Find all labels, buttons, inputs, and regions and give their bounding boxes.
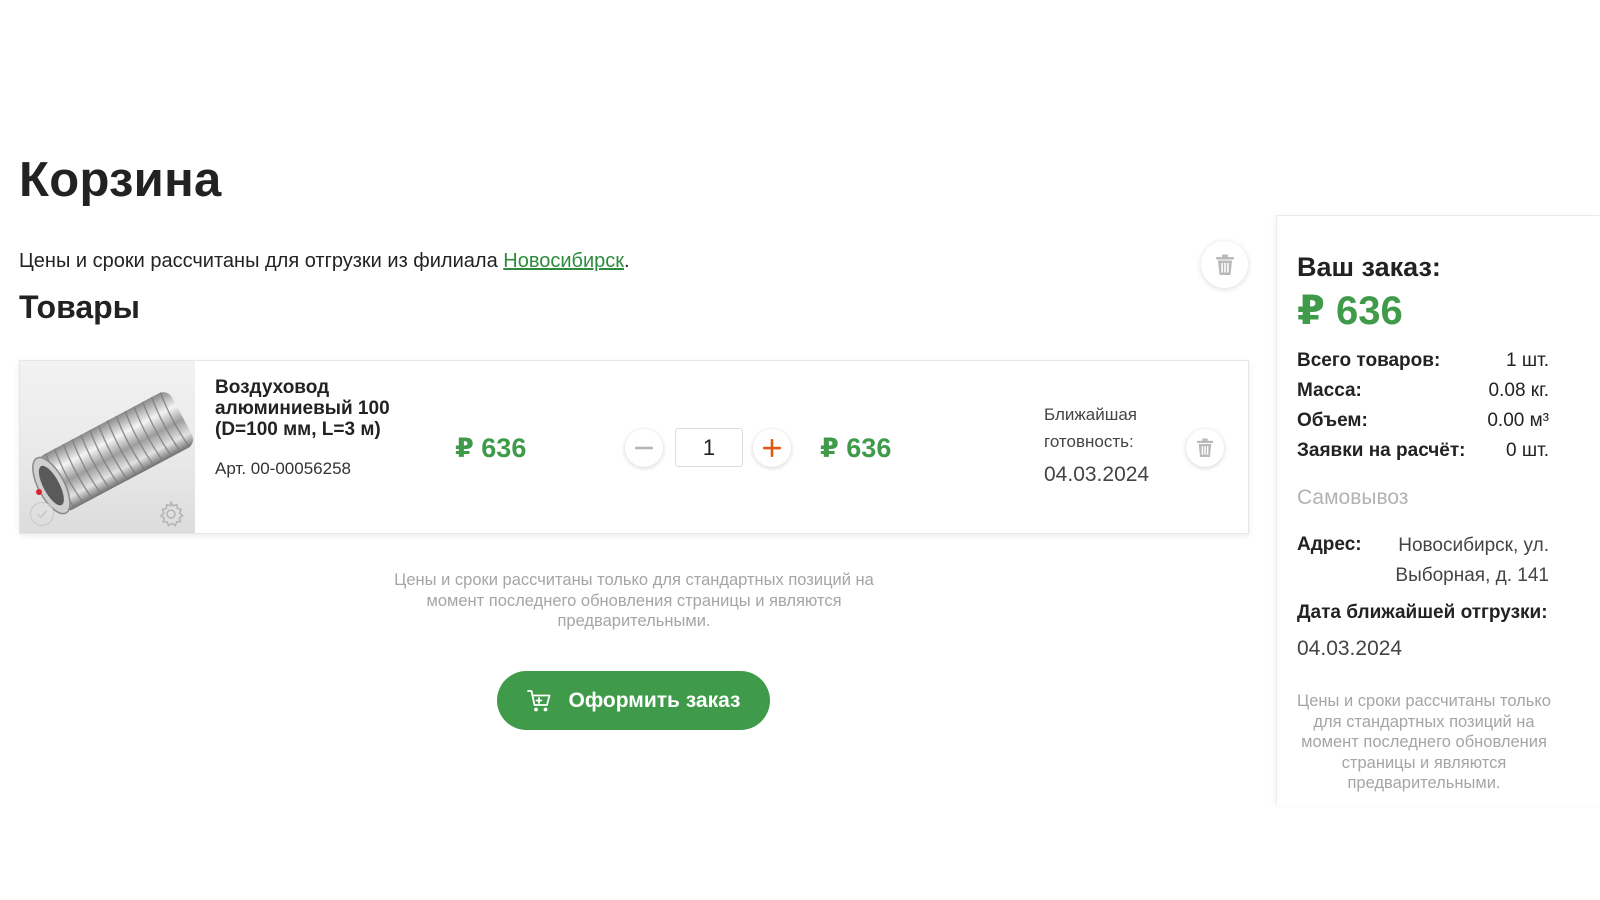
summary-total: ₽ 636 bbox=[1297, 289, 1403, 333]
summary-row-value: 0 шт. bbox=[1506, 440, 1549, 461]
unit-price: ₽ 636 bbox=[455, 433, 527, 463]
checkout-button-label: Оформить заказ bbox=[568, 688, 741, 712]
summary-row-key: Всего товаров: bbox=[1297, 350, 1441, 371]
summary-row-key: Масса: bbox=[1297, 380, 1362, 401]
ready-label: Ближайшая готовность: bbox=[1044, 405, 1138, 451]
summary-title: Ваш заказ: bbox=[1297, 252, 1441, 282]
cart-icon bbox=[527, 689, 551, 711]
check-icon[interactable] bbox=[30, 502, 54, 526]
minus-icon bbox=[635, 446, 653, 450]
product-sku: Арт. 00-00056258 bbox=[215, 459, 351, 478]
remove-item-button[interactable] bbox=[1186, 429, 1224, 467]
branch-note-suffix: . bbox=[624, 250, 630, 272]
summary-row-items: Всего товаров: 1 шт. bbox=[1297, 350, 1549, 372]
trash-icon bbox=[1215, 254, 1234, 275]
checkout-button[interactable]: Оформить заказ bbox=[497, 671, 770, 730]
branch-link[interactable]: Новосибирск bbox=[503, 250, 624, 272]
image-marker bbox=[36, 489, 42, 495]
quantity-input[interactable] bbox=[675, 428, 743, 467]
shipment-date-label: Дата ближайшей отгрузки: bbox=[1297, 602, 1548, 623]
product-name[interactable]: Воздуховод алюминиевый 100 (D=100 мм, L=… bbox=[215, 377, 430, 440]
summary-row-requests: Заявки на расчёт: 0 шт. bbox=[1297, 440, 1549, 462]
pickup-option[interactable]: Самовывоз bbox=[1297, 486, 1408, 510]
summary-row-value: 0.00 м³ bbox=[1487, 410, 1549, 431]
address-value: Новосибирск, ул. Выборная, д. 141 bbox=[1395, 535, 1549, 586]
summary-row-value: 0.08 кг. bbox=[1488, 380, 1549, 401]
branch-note: Цены и сроки рассчитаны для отгрузки из … bbox=[19, 250, 630, 273]
clear-cart-button[interactable] bbox=[1201, 241, 1248, 288]
summary-row-key: Объем: bbox=[1297, 410, 1368, 431]
summary-disclaimer: Цены и сроки рассчитаны только для станд… bbox=[1297, 692, 1551, 792]
summary-row-volume: Объем: 0.00 м³ bbox=[1297, 410, 1549, 432]
product-image[interactable] bbox=[20, 361, 195, 533]
summary-row-value: 1 шт. bbox=[1506, 350, 1549, 371]
shipment-date-value: 04.03.2024 bbox=[1297, 637, 1403, 660]
summary-row-weight: Масса: 0.08 кг. bbox=[1297, 380, 1549, 402]
price-disclaimer: Цены и сроки рассчитаны только для станд… bbox=[394, 571, 874, 630]
quantity-increase-button[interactable] bbox=[753, 429, 791, 467]
order-summary: Ваш заказ: ₽ 636 Всего товаров: 1 шт. Ма… bbox=[1276, 215, 1600, 805]
gear-icon[interactable] bbox=[157, 500, 185, 533]
page-title: Корзина bbox=[19, 153, 222, 207]
trash-icon bbox=[1196, 438, 1214, 457]
address-label: Адрес: bbox=[1297, 534, 1362, 555]
quantity-decrease-button[interactable] bbox=[625, 429, 663, 467]
ready-date: 04.03.2024 bbox=[1044, 463, 1150, 486]
branch-note-text: Цены и сроки рассчитаны для отгрузки из … bbox=[19, 250, 504, 272]
cart-item: Воздуховод алюминиевый 100 (D=100 мм, L=… bbox=[19, 360, 1249, 534]
section-title-products: Товары bbox=[19, 289, 140, 325]
summary-row-key: Заявки на расчёт: bbox=[1297, 440, 1466, 461]
total-price: ₽ 636 bbox=[820, 433, 892, 463]
plus-icon bbox=[763, 439, 781, 457]
